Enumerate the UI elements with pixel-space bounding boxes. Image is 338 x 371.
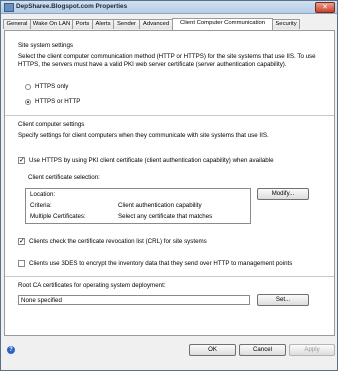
tab-alerts[interactable]: Alerts <box>92 19 114 29</box>
cert-location-key: Location: <box>30 191 56 198</box>
help-icon[interactable]: ? <box>7 346 15 354</box>
section-divider <box>5 276 334 277</box>
tab-wake-on-lan[interactable]: Wake On LAN <box>30 19 73 29</box>
tab-advanced[interactable]: Advanced <box>139 19 173 29</box>
use-pki-checkbox[interactable]: ✓ <box>18 157 25 164</box>
site-system-heading: Site system settings <box>18 42 74 49</box>
check-icon: ✓ <box>19 157 25 164</box>
tab-ports[interactable]: Ports <box>72 19 93 29</box>
apply-button[interactable]: Apply <box>289 344 335 356</box>
title-bar[interactable]: DepSharee.Blogspot.com Properties ✕ <box>1 1 337 14</box>
tab-security[interactable]: Security <box>272 19 300 29</box>
site-system-description: Select the client computer communication… <box>18 53 316 68</box>
window-icon <box>4 3 14 12</box>
use-pki-label[interactable]: Use HTTPS by using PKI client certificat… <box>29 157 274 164</box>
root-ca-value: None specified <box>21 297 62 304</box>
tab-client-computer-communication[interactable]: Client Computer Communication <box>172 18 273 30</box>
tab-sender[interactable]: Sender <box>113 19 140 29</box>
des-checkbox[interactable] <box>18 260 25 267</box>
https-only-radio[interactable] <box>25 84 31 90</box>
modify-button[interactable]: Modify... <box>257 188 309 200</box>
cert-criteria-value: Client authentication capability <box>118 202 202 209</box>
cert-selection-label: Client certificate selection: <box>28 174 100 181</box>
properties-dialog: DepSharee.Blogspot.com Properties ✕ Gene… <box>0 0 338 371</box>
https-or-http-label[interactable]: HTTPS or HTTP <box>35 98 80 105</box>
cancel-button[interactable]: Cancel <box>239 344 286 356</box>
close-icon: ✕ <box>322 4 328 11</box>
help-glyph: ? <box>9 347 13 353</box>
crl-label[interactable]: Clients check the certificate revocation… <box>29 238 207 245</box>
ok-button[interactable]: OK <box>189 344 236 356</box>
set-button[interactable]: Set... <box>257 294 309 306</box>
check-icon: ✓ <box>19 238 25 245</box>
tab-general[interactable]: General <box>3 19 31 29</box>
client-settings-heading: Client computer settings <box>18 121 85 128</box>
https-or-http-radio[interactable] <box>25 99 31 105</box>
cert-multiple-value: Select any certificate that matches <box>118 213 213 220</box>
window-title: DepSharee.Blogspot.com Properties <box>16 3 128 10</box>
https-only-label[interactable]: HTTPS only <box>35 83 68 90</box>
des-label[interactable]: Clients use 3DES to encrypt the inventor… <box>29 260 292 267</box>
crl-checkbox[interactable]: ✓ <box>18 238 25 245</box>
cert-selection-list[interactable]: Location: Criteria: Client authenticatio… <box>25 188 251 224</box>
root-ca-field: None specified <box>18 295 250 305</box>
close-button[interactable]: ✕ <box>315 2 335 13</box>
client-settings-description: Specify settings for client computers wh… <box>18 132 269 139</box>
cert-multiple-key: Multiple Certificates: <box>30 213 86 220</box>
section-divider <box>5 115 334 116</box>
tab-strip: General Wake On LAN Ports Alerts Sender … <box>3 18 335 30</box>
cert-criteria-key: Criteria: <box>30 202 52 209</box>
tab-panel: Site system settings Select the client c… <box>4 30 335 336</box>
root-ca-label: Root CA certificates for operating syste… <box>18 282 166 289</box>
